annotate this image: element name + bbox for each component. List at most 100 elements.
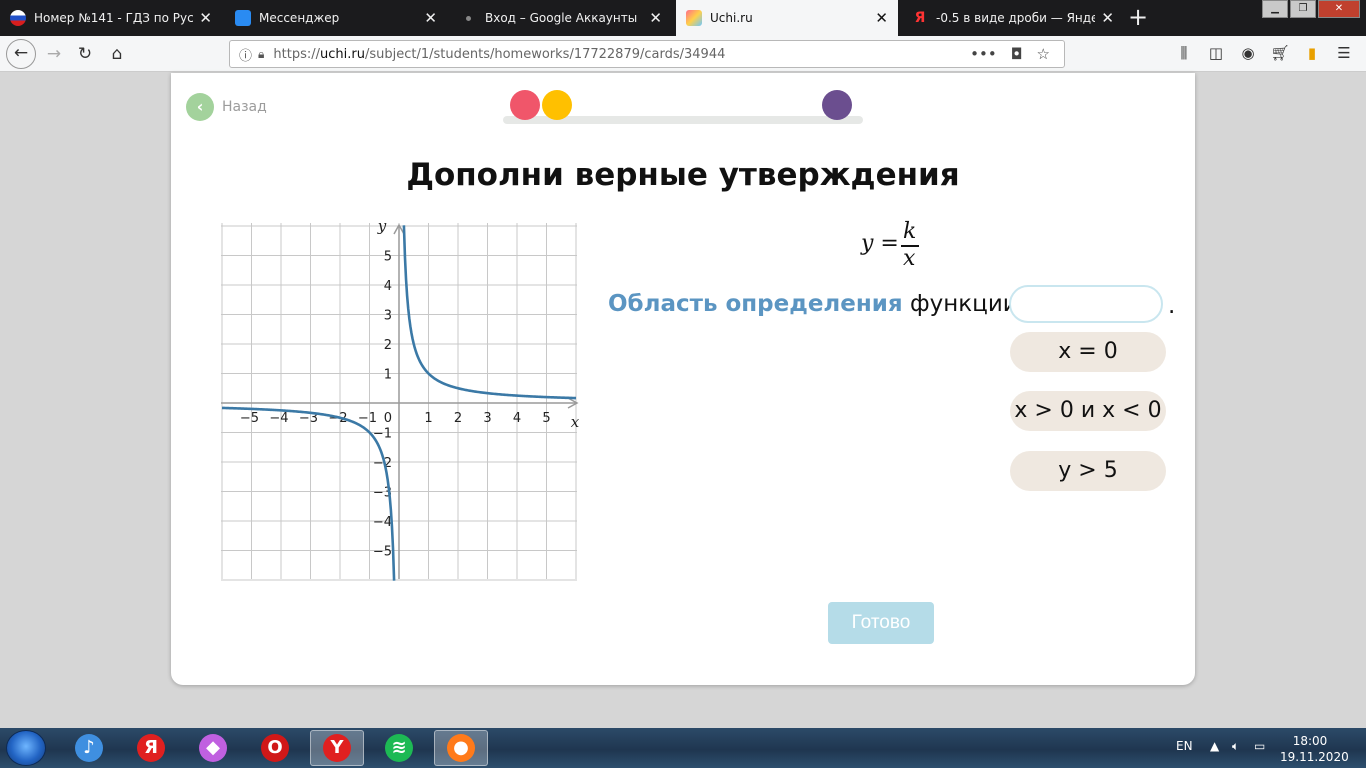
gem-app-icon: ◆ bbox=[199, 734, 227, 762]
formula-lhs: y = bbox=[861, 231, 899, 256]
y-tick-label: 2 bbox=[384, 338, 392, 353]
ready-button[interactable]: Готово bbox=[828, 602, 934, 644]
url-scheme: https:// bbox=[273, 46, 321, 62]
browser-tab-google[interactable]: Вход – Google Аккаунты ✕ bbox=[450, 0, 672, 36]
browser-tab-gdz[interactable]: Номер №141 - ГДЗ по Русскому ✕ bbox=[0, 0, 222, 36]
close-tab-icon[interactable]: ✕ bbox=[875, 9, 888, 27]
back-label: Назад bbox=[222, 99, 267, 115]
tab-title: Мессенджер bbox=[259, 11, 340, 25]
hyperbola-branch-negative bbox=[221, 406, 396, 581]
dot-icon bbox=[466, 15, 471, 21]
firefox-icon: ● bbox=[447, 734, 475, 762]
yandex-browser-icon: Я bbox=[137, 734, 165, 762]
x-axis-label: x bbox=[571, 413, 580, 431]
toolbar-icons: ⫼ ◫ ◉ 🛒︎ ▮ ☰ bbox=[1168, 44, 1360, 62]
spotify-icon: ≋ bbox=[385, 734, 413, 762]
page-actions-icon[interactable]: ••• bbox=[970, 45, 997, 63]
graph-axes bbox=[221, 223, 579, 579]
speaker-icon[interactable]: 🔈︎ bbox=[1232, 739, 1239, 754]
hyperbola-graph: −5 −4 −3 −2 −1 1 2 3 4 5−5−4−3−2−1123450 xy bbox=[221, 223, 580, 581]
clock-time: 18:00 bbox=[1292, 734, 1328, 748]
lock-icon: 🔒︎ bbox=[258, 46, 265, 61]
browser-tab-messenger[interactable]: Мессенджер ✕ bbox=[225, 0, 447, 36]
browser-navbar: ← → ↻ ⌂ ⓘ 🔒︎ https://uchi.ru/subject/1/s… bbox=[0, 36, 1366, 72]
window-controls: ▁ ❐ ✕ bbox=[1260, 0, 1360, 18]
option-chip[interactable]: x = 0 bbox=[1010, 332, 1166, 372]
answer-drop-slot[interactable] bbox=[1009, 285, 1163, 323]
address-bar[interactable]: ⓘ 🔒︎ https://uchi.ru/subject/1/students/… bbox=[229, 40, 1065, 68]
network-icon[interactable]: ▭ bbox=[1254, 739, 1265, 753]
new-tab-plus-icon[interactable]: + bbox=[1128, 4, 1148, 30]
page-info-icon[interactable]: ⓘ bbox=[239, 45, 252, 64]
sidebar-icon[interactable]: ◫ bbox=[1200, 44, 1232, 62]
spotify-taskbar-button[interactable]: ≋ bbox=[372, 730, 426, 766]
gem-app-taskbar-button[interactable]: ◆ bbox=[186, 730, 240, 766]
url-text: https://uchi.ru/subject/1/students/homew… bbox=[273, 47, 970, 62]
tab-title: -0.5 в виде дроби — Яндекс: н bbox=[936, 11, 1096, 25]
uchi-icon bbox=[686, 10, 702, 26]
home-icon[interactable]: ⌂ bbox=[105, 42, 129, 66]
opera-icon: O bbox=[261, 734, 289, 762]
media-player-taskbar-button[interactable]: ♪ bbox=[62, 730, 116, 766]
tray-expand-icon[interactable]: ▲ bbox=[1210, 739, 1219, 753]
x-tick-label: 1 bbox=[424, 411, 432, 426]
x-tick-label: 4 bbox=[513, 411, 521, 426]
start-button-icon[interactable] bbox=[6, 730, 46, 766]
statement-keyword: Область определения bbox=[608, 291, 903, 317]
yandex-icon: Я bbox=[914, 10, 926, 26]
menu-hamburger-icon[interactable]: ☰ bbox=[1328, 44, 1360, 62]
y-tick-label: 5 bbox=[384, 250, 392, 265]
chevron-left-icon: ‹ bbox=[186, 93, 214, 121]
browser-tab-strip: Номер №141 - ГДЗ по Русскому ✕ Мессендже… bbox=[0, 0, 1366, 36]
clock[interactable]: 18:00 19.11.2020 bbox=[1280, 733, 1349, 765]
close-tab-icon[interactable]: ✕ bbox=[649, 9, 662, 27]
account-icon[interactable]: ◉ bbox=[1232, 44, 1264, 62]
x-tick-label: 2 bbox=[454, 411, 462, 426]
y-tick-label: 4 bbox=[384, 279, 392, 294]
x-tick-label: −5 bbox=[240, 411, 259, 426]
close-tab-icon[interactable]: ✕ bbox=[424, 9, 437, 27]
url-domain: uchi.ru bbox=[320, 46, 365, 62]
page-title: Дополни верные утверждения bbox=[406, 157, 960, 193]
reload-icon[interactable]: ↻ bbox=[73, 42, 97, 66]
close-tab-icon[interactable]: ✕ bbox=[1101, 9, 1114, 27]
flag-ru-icon bbox=[10, 10, 26, 26]
minimize-icon[interactable]: ▁ bbox=[1262, 0, 1288, 18]
cart-icon[interactable]: 🛒︎ bbox=[1264, 44, 1296, 62]
forward-arrow-icon[interactable]: → bbox=[42, 42, 66, 66]
back-link[interactable]: ‹ Назад bbox=[186, 93, 267, 121]
exercise-card: ‹ Назад Дополни верные утверждения −5 −4 −… bbox=[171, 73, 1195, 685]
tab-title: Uchi.ru bbox=[710, 11, 753, 25]
back-arrow-icon[interactable]: ← bbox=[6, 39, 36, 69]
formula-denominator: x bbox=[903, 246, 916, 271]
browser-tab-uchi[interactable]: Uchi.ru ✕ bbox=[676, 0, 898, 36]
yandex-icon: Y bbox=[323, 734, 351, 762]
bookmark-star-icon[interactable]: ☆ bbox=[1037, 45, 1050, 63]
pocket-icon[interactable]: ◘ bbox=[1011, 45, 1023, 63]
progress-dot-2 bbox=[542, 90, 572, 120]
flag-extension-icon[interactable]: ▮ bbox=[1296, 44, 1328, 62]
x-tick-label: 3 bbox=[483, 411, 491, 426]
close-tab-icon[interactable]: ✕ bbox=[199, 9, 212, 27]
x-tick-label: 5 bbox=[542, 411, 550, 426]
option-chip[interactable]: x > 0 и x < 0 bbox=[1010, 391, 1166, 431]
hyperbola-branch-positive bbox=[402, 225, 577, 400]
browser-tab-yandex[interactable]: Я -0.5 в виде дроби — Яндекс: н ✕ bbox=[902, 0, 1124, 36]
graph-tick-labels: −5 −4 −3 −2 −1 1 2 3 4 5−5−4−3−2−1123450 xy bbox=[240, 223, 580, 560]
y-tick-label: −5 bbox=[373, 545, 392, 560]
statement-period: . bbox=[1168, 293, 1176, 319]
url-path: /subject/1/students/homeworks/17722879/c… bbox=[364, 46, 726, 62]
language-indicator[interactable]: EN bbox=[1176, 739, 1193, 753]
y-tick-label: −4 bbox=[373, 515, 392, 530]
window-close-icon[interactable]: ✕ bbox=[1318, 0, 1360, 18]
firefox-taskbar-button[interactable]: ● bbox=[434, 730, 488, 766]
windows-taskbar: ♪ Я ◆ O Y ≋ ● EN ▲ 🔈︎ ▭ 18:00 19.11.2020 bbox=[0, 728, 1366, 768]
option-chip[interactable]: y > 5 bbox=[1010, 451, 1166, 491]
y-tick-label: 3 bbox=[384, 309, 392, 324]
yandex-browser-taskbar-button[interactable]: Я bbox=[124, 730, 178, 766]
maximize-icon[interactable]: ❐ bbox=[1290, 0, 1316, 18]
opera-taskbar-button[interactable]: O bbox=[248, 730, 302, 766]
yandex-taskbar-button[interactable]: Y bbox=[310, 730, 364, 766]
library-icon[interactable]: ⫼ bbox=[1168, 44, 1200, 62]
tab-title: Вход – Google Аккаунты bbox=[485, 11, 638, 25]
